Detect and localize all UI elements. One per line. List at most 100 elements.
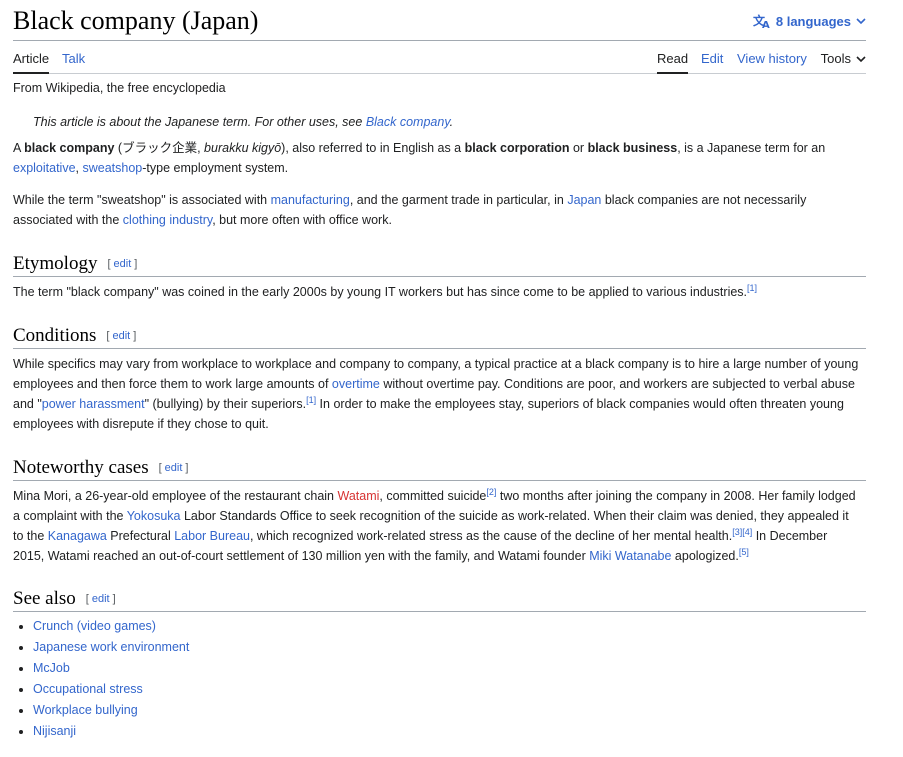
- language-count-label: 8 languages: [775, 13, 851, 29]
- citation-link[interactable]: [4]: [742, 527, 752, 537]
- text-span: Labor Standards Office to seek recogniti…: [180, 509, 849, 523]
- link-sweatshop[interactable]: sweatshop: [83, 161, 143, 175]
- section-title-conditions: Conditions [edit]: [13, 325, 136, 347]
- bold-term: black corporation: [464, 141, 570, 155]
- citation-link[interactable]: [1]: [747, 283, 757, 293]
- list-item: Crunch (video games): [33, 616, 189, 637]
- section-heading-see-also: See also [edit]: [13, 588, 866, 612]
- citation: [5]: [739, 547, 749, 557]
- citation-link[interactable]: [3]: [732, 527, 742, 537]
- text-span: Prefectural: [106, 529, 175, 543]
- text-span: Mina Mori, a 26-year-old employee of the…: [13, 489, 338, 503]
- list-item: Japanese work environment: [33, 637, 189, 658]
- citation-link[interactable]: [2]: [486, 487, 496, 497]
- text-span: employees with disrepute if they chose t…: [13, 417, 269, 431]
- page-tabs: Article Talk Read Edit View history Tool…: [13, 41, 866, 74]
- list-item: McJob: [33, 658, 189, 679]
- text-span: employees and then force them to work la…: [13, 377, 332, 391]
- edit-section-conditions: [edit]: [106, 330, 137, 342]
- tab-article[interactable]: Article: [13, 51, 50, 74]
- edit-link[interactable]: edit: [112, 330, 130, 342]
- text-span: to the: [13, 529, 48, 543]
- translate-icon: 文 A: [753, 13, 771, 29]
- link-miki-watanabe[interactable]: Miki Watanabe: [589, 549, 671, 563]
- hatnote-end: .: [449, 115, 454, 129]
- tools-label: Tools: [820, 51, 851, 66]
- hatnote-text: This article is about the Japanese term.…: [33, 115, 366, 129]
- edit-link[interactable]: edit: [165, 462, 183, 474]
- text-span: apologized.: [671, 549, 739, 563]
- text-span: While the term "sweatshop" is associated…: [13, 193, 271, 207]
- heading-text: Etymology: [13, 253, 98, 274]
- text-span: , committed suicide: [379, 489, 487, 503]
- lead-paragraph-2: While the term "sweatshop" is associated…: [13, 190, 866, 230]
- link-manufacturing[interactable]: manufacturing: [271, 193, 350, 207]
- page-title: Black company (Japan): [13, 6, 259, 35]
- section-title-etymology: Etymology [edit]: [13, 253, 137, 275]
- citation-link[interactable]: [5]: [739, 547, 749, 557]
- edit-link[interactable]: edit: [92, 593, 110, 605]
- text-span: black companies are not necessarily: [601, 193, 807, 207]
- see-also-link[interactable]: Nijisanji: [33, 724, 76, 738]
- heading-text: Noteworthy cases: [13, 457, 149, 478]
- etymology-paragraph: The term "black company" was coined in t…: [13, 282, 866, 302]
- edit-link[interactable]: edit: [114, 258, 132, 270]
- language-selector-button[interactable]: 文 A 8 languages: [753, 13, 866, 29]
- hatnote-link-black-company[interactable]: Black company: [366, 115, 450, 129]
- hatnote: This article is about the Japanese term.…: [33, 115, 453, 129]
- chevron-down-icon: [856, 51, 866, 67]
- list-item: Occupational stress: [33, 679, 189, 700]
- link-japan[interactable]: Japan: [567, 193, 601, 207]
- text-span: ), also referred to in English as a: [281, 141, 465, 155]
- link-power-harassment[interactable]: power harassment: [42, 397, 145, 411]
- edit-section-noteworthy-cases: [edit]: [158, 462, 189, 474]
- text-span: (ブラック企業,: [114, 141, 205, 155]
- section-heading-noteworthy-cases: Noteworthy cases [edit]: [13, 457, 866, 481]
- text-span: two months after joining the company in …: [496, 489, 856, 503]
- text-span: , but more often with office work.: [212, 213, 392, 227]
- link-watami[interactable]: Watami: [337, 489, 379, 503]
- section-heading-conditions: Conditions [edit]: [13, 325, 866, 349]
- section-title-see-also: See also [edit]: [13, 588, 116, 610]
- text-span: The term "black company" was coined in t…: [13, 285, 748, 299]
- edit-section-see-also: [edit]: [85, 593, 116, 605]
- see-also-link[interactable]: McJob: [33, 661, 70, 675]
- citation-link[interactable]: [1]: [306, 395, 316, 405]
- text-span: 2015, Watami reached an out-of-court set…: [13, 549, 590, 563]
- see-also-link[interactable]: Occupational stress: [33, 682, 143, 696]
- link-labor-bureau[interactable]: Labor Bureau: [174, 529, 250, 543]
- link-clothing-industry[interactable]: clothing industry: [123, 213, 212, 227]
- heading-text: See also: [13, 588, 76, 609]
- see-also-link[interactable]: Workplace bullying: [33, 703, 138, 717]
- tab-edit[interactable]: Edit: [701, 51, 723, 67]
- edit-section-etymology: [edit]: [107, 258, 138, 270]
- link-yokosuka[interactable]: Yokosuka: [127, 509, 181, 523]
- tab-talk[interactable]: Talk: [62, 51, 85, 67]
- bold-term: black company: [24, 141, 115, 155]
- link-exploitative[interactable]: exploitative: [13, 161, 76, 175]
- tab-read[interactable]: Read: [657, 51, 689, 74]
- text-span: -type employment system.: [142, 161, 289, 175]
- lead-paragraph-1: A black company (ブラック企業, burakku kigyō),…: [13, 138, 866, 178]
- text-span: associated with the: [13, 213, 123, 227]
- see-also-link[interactable]: Crunch (video games): [33, 619, 156, 633]
- link-kanagawa[interactable]: Kanagawa: [48, 529, 107, 543]
- text-span: and ": [13, 397, 42, 411]
- see-also-link[interactable]: Japanese work environment: [33, 640, 189, 654]
- text-span: " (bullying) by their superiors.: [144, 397, 307, 411]
- romanization: burakku kigyō: [204, 141, 282, 155]
- text-span: A: [13, 141, 25, 155]
- text-span: , and the garment trade in particular, i…: [349, 193, 568, 207]
- section-title-noteworthy-cases: Noteworthy cases [edit]: [13, 457, 188, 479]
- tab-view-history[interactable]: View history: [737, 51, 807, 67]
- bold-term: black business: [587, 141, 678, 155]
- tools-menu-button[interactable]: Tools: [821, 51, 866, 67]
- citation: [1]: [306, 395, 316, 405]
- link-overtime[interactable]: overtime: [332, 377, 380, 391]
- text-span: While specifics may vary from workplace …: [13, 357, 859, 371]
- article-page: Black company (Japan) 文 A 8 languages Ar…: [13, 0, 866, 738]
- text-span: ,: [75, 161, 83, 175]
- heading-text: Conditions: [13, 325, 97, 346]
- list-item: Nijisanji: [33, 721, 189, 742]
- noteworthy-paragraph: Mina Mori, a 26-year-old employee of the…: [13, 486, 866, 566]
